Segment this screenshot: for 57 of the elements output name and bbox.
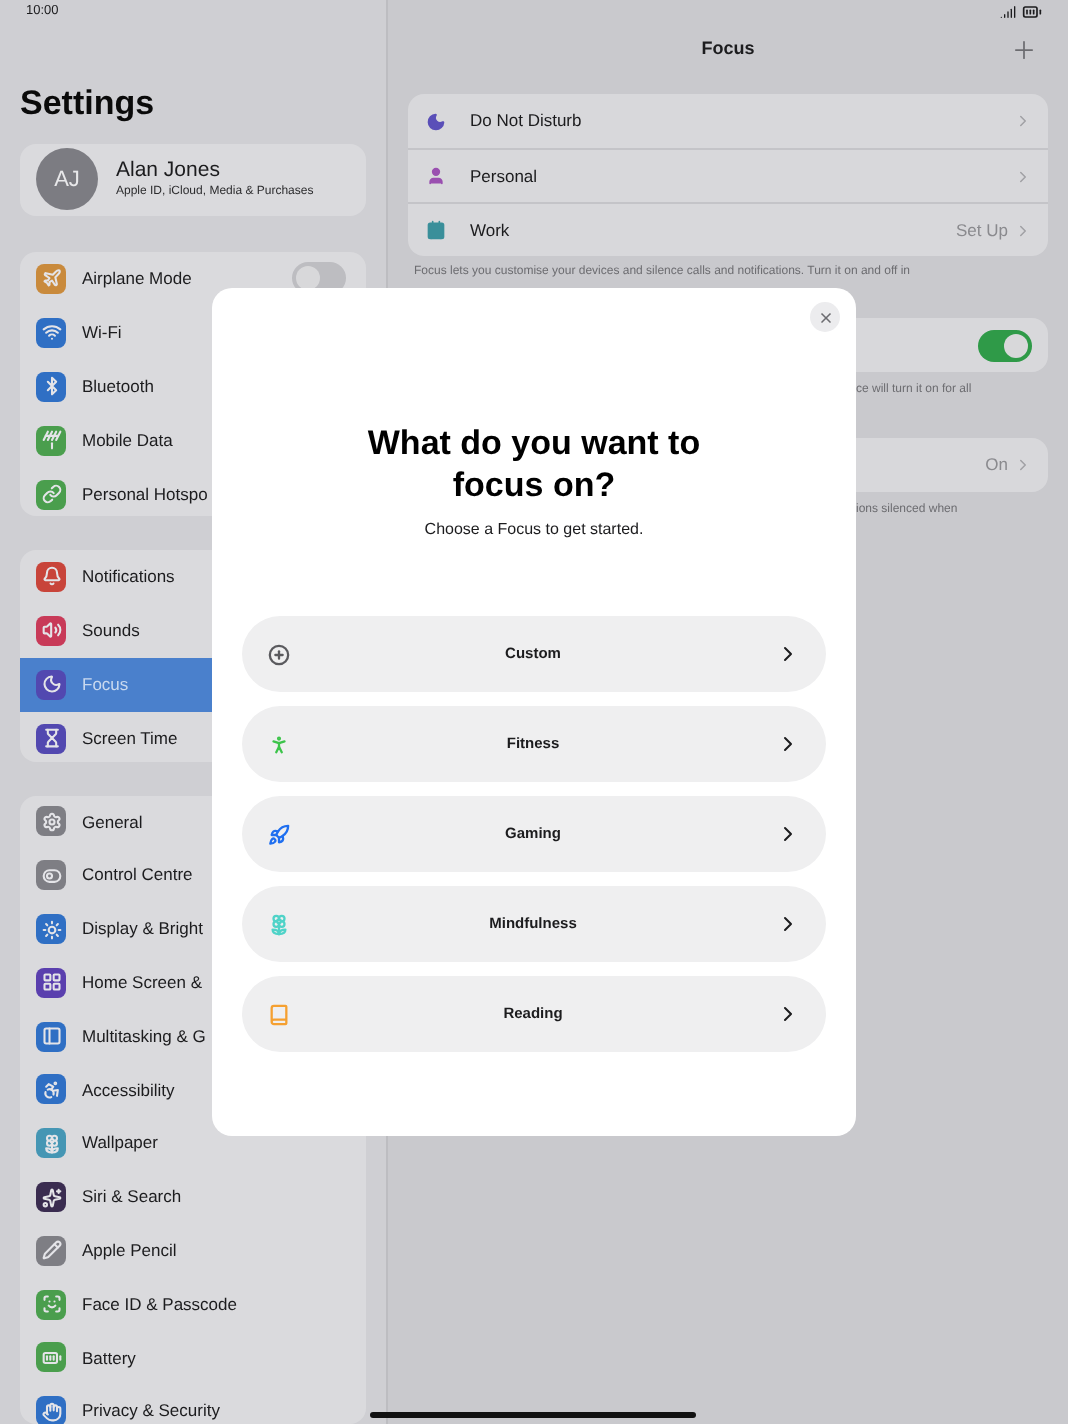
item-label: Home Screen &	[82, 969, 204, 996]
item-label: Wallpaper	[82, 1130, 160, 1157]
item-label: Accessibility	[82, 1077, 177, 1103]
dialog-subtitle: Choose a Focus to get started.	[424, 518, 644, 542]
mode-label: Do Not Disturb	[470, 108, 584, 134]
mode-label: Personal	[470, 163, 540, 189]
item-label: Privacy & Security	[82, 1398, 222, 1424]
item-label: General	[82, 809, 145, 835]
pane-title: Focus	[701, 36, 755, 63]
item-label: Personal Hotspo	[82, 482, 210, 508]
toggle-switch[interactable]	[978, 329, 1032, 361]
item-label: Face ID & Passcode	[82, 1291, 239, 1317]
sidebar-title: Settings	[20, 83, 157, 124]
avatar: AJ	[36, 148, 98, 211]
item-label: Wi-Fi	[82, 320, 124, 346]
sidebar-item[interactable]: Wi-Fi	[20, 305, 366, 360]
chevron-icon	[1014, 167, 1032, 185]
item-label: Sounds	[82, 618, 142, 644]
item-label: Bluetooth	[82, 374, 156, 400]
focus-mode-row[interactable]: Personal	[408, 148, 1048, 202]
mode-label: Work	[470, 217, 512, 243]
item-label: Battery	[82, 1345, 138, 1371]
sidebar-item[interactable]: Privacy & Security	[20, 1384, 366, 1424]
sidebar-item[interactable]: Personal Hotspo	[20, 467, 366, 516]
sidebar-item[interactable]: Apple Pencil	[20, 1223, 366, 1278]
sidebar-item[interactable]: Mobile Data	[20, 413, 366, 468]
sidebar-item[interactable]: Notifications	[20, 549, 366, 604]
chevron-icon	[1014, 221, 1032, 239]
focus-mode-row[interactable]: Work Set Up	[408, 202, 1048, 256]
battery-icon	[1022, 2, 1042, 22]
account-name: Alan Jones	[116, 157, 222, 184]
item-label: Airplane Mode	[82, 266, 194, 292]
item-label: Focus	[82, 672, 131, 698]
chevron-icon	[1014, 112, 1032, 130]
item-label: Siri & Search	[82, 1184, 184, 1210]
item-label: Control Centre	[82, 862, 195, 889]
sidebar-item[interactable]: Bluetooth	[20, 359, 366, 414]
sidebar-item[interactable]: Accessibility	[20, 1063, 366, 1117]
item-label: Notifications	[82, 564, 177, 590]
status-value: On	[985, 452, 1008, 478]
close-icon	[817, 309, 833, 325]
focus-mode-row[interactable]: Do Not Disturb	[408, 94, 1048, 148]
signal-icon	[1000, 4, 1016, 20]
add-icon[interactable]	[1010, 36, 1038, 64]
item-label: Apple Pencil	[82, 1237, 179, 1264]
close-button[interactable]	[810, 302, 840, 332]
dialog-title: What do you want to focus on?	[365, 422, 703, 506]
sidebar-item[interactable]: Face ID & Passcode	[20, 1277, 366, 1332]
item-label: Screen Time	[82, 726, 180, 752]
sidebar-item[interactable]: Battery	[20, 1331, 366, 1385]
sidebar-item[interactable]: Wallpaper	[20, 1116, 366, 1171]
item-label: Display & Bright	[82, 916, 205, 942]
sidebar-item[interactable]: Siri & Search	[20, 1170, 366, 1224]
item-label: Mobile Data	[82, 428, 175, 454]
mode-value: Set Up	[956, 217, 1008, 243]
item-label: Multitasking & G	[82, 1023, 208, 1049]
chevron-icon	[1014, 456, 1032, 474]
